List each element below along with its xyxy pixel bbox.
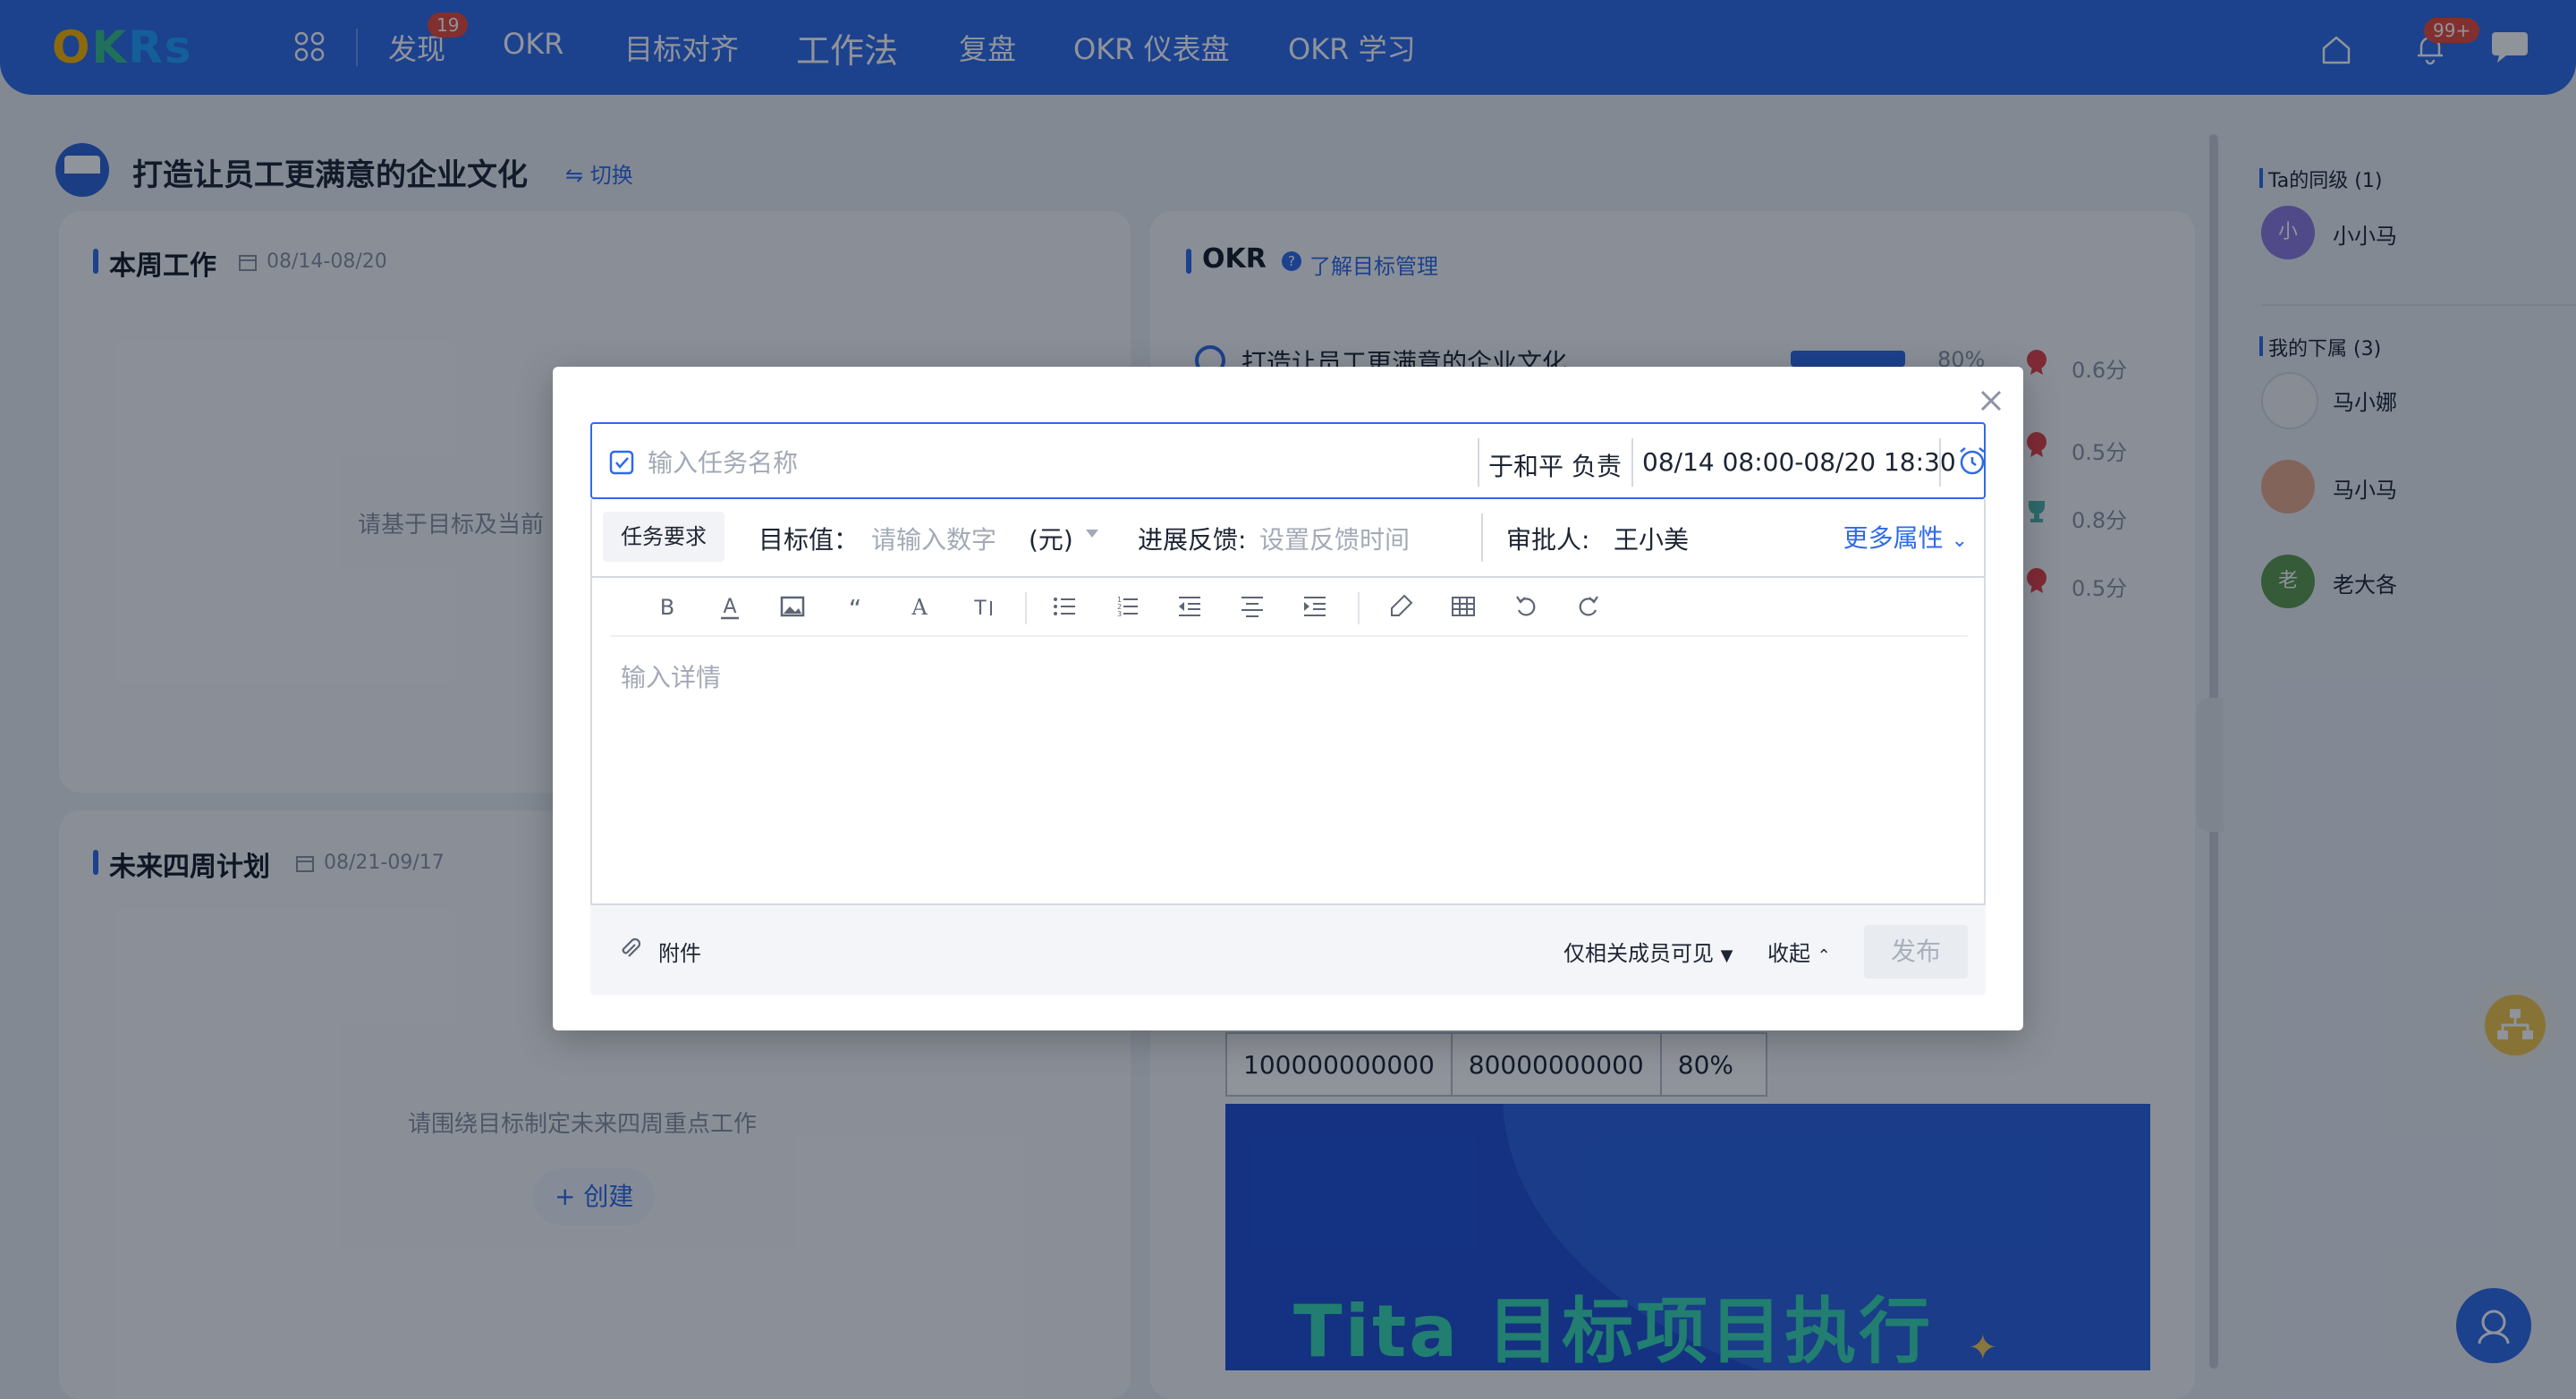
progress-feedback-label: 进展反馈:: [1138, 525, 1247, 555]
dialog-footer: 附件 仅相关成员可见 ▼ 收起 ⌃ 发布: [590, 905, 1986, 995]
divider: [1481, 513, 1483, 562]
indent-icon[interactable]: [1299, 590, 1331, 623]
outdent-icon[interactable]: [1174, 590, 1206, 623]
feedback-time-input[interactable]: 设置反馈时间: [1259, 521, 1410, 556]
font-size-icon[interactable]: T: [966, 590, 998, 623]
approver-label: 审批人:: [1506, 525, 1590, 555]
collapse-button[interactable]: 收起 ⌃: [1767, 936, 1831, 967]
undo-icon[interactable]: [1510, 590, 1542, 623]
divider: [1478, 438, 1479, 487]
svg-text:T: T: [973, 598, 987, 620]
font-family-icon[interactable]: A: [903, 590, 936, 623]
create-task-dialog: 于和平 负责 08/14 08:00-08/20 18:30 任务要求 目标值：…: [553, 367, 2023, 1030]
unit-select[interactable]: (元): [1029, 521, 1073, 556]
caret-down-icon: ▼: [1720, 946, 1733, 965]
publish-button[interactable]: 发布: [1864, 925, 1968, 979]
attachment-button[interactable]: 附件: [658, 936, 701, 967]
bullet-list-icon[interactable]: [1048, 590, 1080, 623]
task-name-row: 于和平 负责 08/14 08:00-08/20 18:30: [590, 422, 1986, 499]
svg-text:B: B: [660, 595, 674, 620]
toolbar-divider: [1358, 592, 1360, 624]
editor-placeholder: 输入详情: [621, 663, 722, 692]
checkbox-task-icon: [609, 450, 634, 475]
divider: [1939, 438, 1941, 487]
editor-toolbar: B A “ A T 123: [610, 578, 1968, 637]
svg-text:“: “: [849, 594, 862, 623]
more-attributes-label: 更多属性: [1843, 523, 1944, 553]
quote-icon[interactable]: “: [839, 590, 871, 623]
target-value-input[interactable]: 请输入数字: [871, 521, 996, 556]
collapse-label: 收起: [1767, 941, 1810, 966]
image-icon[interactable]: [776, 590, 809, 623]
toolbar-divider: [1025, 592, 1027, 624]
redo-icon[interactable]: [1572, 590, 1605, 623]
unit-dropdown-icon[interactable]: [1086, 530, 1098, 538]
task-name-input[interactable]: [646, 442, 1454, 483]
svg-text:A: A: [911, 595, 928, 620]
reminder-icon[interactable]: [1955, 444, 1989, 478]
font-color-icon[interactable]: A: [714, 590, 746, 623]
align-center-icon[interactable]: [1236, 590, 1268, 623]
paperclip-icon[interactable]: [617, 936, 642, 961]
visibility-label: 仅相关成员可见: [1563, 941, 1714, 966]
rich-text-editor[interactable]: B A “ A T 123 输入详情: [590, 576, 1986, 905]
target-value-label: 目标值：: [758, 525, 860, 555]
owner-field[interactable]: 于和平 负责: [1488, 447, 1622, 483]
close-icon[interactable]: [1975, 385, 2007, 417]
divider: [1631, 438, 1633, 487]
more-attributes-button[interactable]: 更多属性 ⌄: [1843, 519, 1968, 555]
approver-value[interactable]: 王小美: [1614, 521, 1689, 556]
chevron-up-icon: ⌃: [1817, 946, 1831, 965]
clear-format-icon[interactable]: [1385, 590, 1417, 623]
visibility-select[interactable]: 仅相关成员可见 ▼: [1563, 936, 1733, 967]
date-range-field[interactable]: 08/14 08:00-08/20 18:30: [1642, 447, 1956, 477]
attributes-row: 任务要求 目标值： 请输入数字 (元) 进展反馈: 设置反馈时间 审批人: 王小…: [590, 499, 1986, 576]
double-chevron-down-icon: ⌄: [1951, 530, 1968, 552]
numbered-list-icon[interactable]: 123: [1111, 590, 1143, 623]
svg-text:A: A: [723, 596, 736, 618]
task-requirements-tag[interactable]: 任务要求: [603, 512, 724, 562]
svg-text:3: 3: [1117, 610, 1122, 618]
bold-icon[interactable]: B: [651, 590, 683, 623]
table-icon[interactable]: [1447, 590, 1479, 623]
